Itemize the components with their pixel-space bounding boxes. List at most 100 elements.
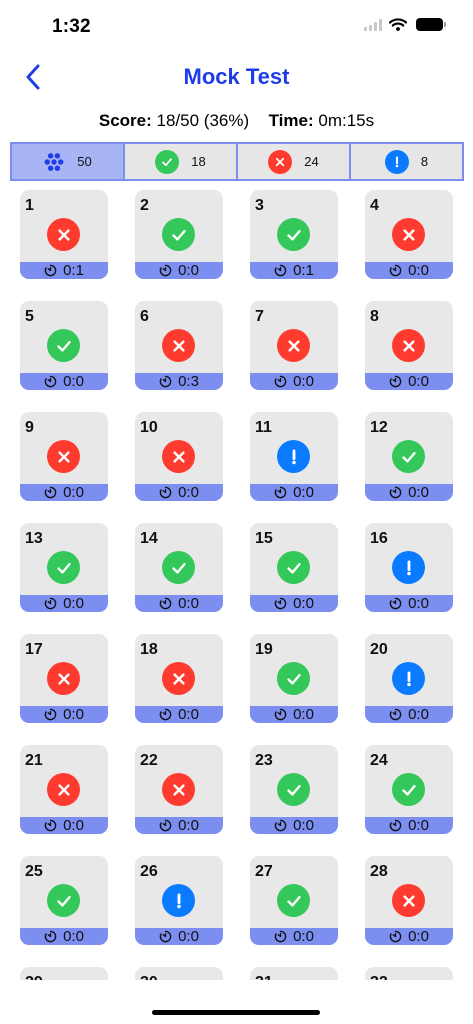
- question-number: 9: [25, 419, 34, 436]
- question-card[interactable]: 17 0:0: [20, 634, 108, 723]
- question-card[interactable]: 10 0:0: [135, 412, 223, 501]
- question-time-bar: 0:0: [250, 595, 338, 612]
- question-time: 0:0: [178, 262, 199, 279]
- question-number: 10: [140, 419, 158, 436]
- filter-count: 18: [191, 154, 206, 169]
- question-card[interactable]: 8 0:0: [365, 301, 453, 390]
- filter-skipped[interactable]: 8: [351, 144, 462, 179]
- question-card[interactable]: 4 0:0: [365, 190, 453, 279]
- question-time-bar: 0:1: [250, 262, 338, 279]
- question-card[interactable]: 22 0:0: [135, 745, 223, 834]
- checkmark-circle-icon: [47, 329, 80, 362]
- xmark-circle-icon: [392, 218, 425, 251]
- question-time: 0:0: [293, 373, 314, 390]
- question-number: 12: [370, 419, 388, 436]
- checkmark-circle-icon: [277, 884, 310, 917]
- timer-icon: [389, 708, 402, 721]
- question-time: 0:0: [63, 928, 84, 945]
- checkmark-circle-icon: [277, 551, 310, 584]
- timer-icon: [274, 486, 287, 499]
- question-card[interactable]: 11 0:0: [250, 412, 338, 501]
- question-card[interactable]: 16 0:0: [365, 523, 453, 612]
- question-card[interactable]: 24 0:0: [365, 745, 453, 834]
- xmark-circle-icon: [392, 329, 425, 362]
- status-icons: [364, 18, 446, 31]
- question-card[interactable]: 13 0:0: [20, 523, 108, 612]
- question-time: 0:0: [293, 817, 314, 834]
- question-card[interactable]: 28 0:0: [365, 856, 453, 945]
- timer-icon: [274, 375, 287, 388]
- checkmark-circle-icon: [277, 662, 310, 695]
- timer-icon: [389, 264, 402, 277]
- question-time: 0:0: [63, 373, 84, 390]
- question-card[interactable]: 15 0:0: [250, 523, 338, 612]
- xmark-circle-icon: [47, 662, 80, 695]
- question-card[interactable]: 29: [20, 967, 108, 980]
- xmark-circle-icon: [47, 440, 80, 473]
- question-card[interactable]: 3 0:1: [250, 190, 338, 279]
- dots-cluster-icon: [43, 152, 65, 171]
- question-number: 11: [255, 419, 272, 436]
- question-time-bar: 0:0: [250, 373, 338, 390]
- exclamation-circle-icon: [392, 551, 425, 584]
- question-card[interactable]: 31: [250, 967, 338, 980]
- timer-icon: [159, 708, 172, 721]
- timer-icon: [274, 264, 287, 277]
- question-card[interactable]: 23 0:0: [250, 745, 338, 834]
- page-title: Mock Test: [183, 64, 290, 89]
- score-summary: Score: 18/50 (36%) Time: 0m:15s: [0, 111, 473, 131]
- question-time-bar: 0:0: [20, 595, 108, 612]
- question-card[interactable]: 21 0:0: [20, 745, 108, 834]
- question-card[interactable]: 30: [135, 967, 223, 980]
- question-card[interactable]: 1 0:1: [20, 190, 108, 279]
- xmark-circle-icon: [277, 329, 310, 362]
- timer-icon: [44, 486, 57, 499]
- question-card[interactable]: 19 0:0: [250, 634, 338, 723]
- question-card[interactable]: 7 0:0: [250, 301, 338, 390]
- timer-icon: [274, 597, 287, 610]
- xmark-circle-icon: [162, 440, 195, 473]
- question-time-bar: 0:0: [365, 817, 453, 834]
- timer-icon: [389, 597, 402, 610]
- cellular-signal-icon: [364, 18, 382, 31]
- question-card[interactable]: 2 0:0: [135, 190, 223, 279]
- question-card[interactable]: 27 0:0: [250, 856, 338, 945]
- question-time: 0:0: [293, 706, 314, 723]
- question-time-bar: 0:0: [250, 706, 338, 723]
- question-time-bar: 0:0: [135, 262, 223, 279]
- filter-all[interactable]: 50: [12, 144, 125, 179]
- question-number: 27: [255, 863, 273, 880]
- score-value: 18/50 (36%): [156, 111, 250, 130]
- question-time: 0:0: [178, 928, 199, 945]
- question-card[interactable]: 25 0:0: [20, 856, 108, 945]
- question-card[interactable]: 12 0:0: [365, 412, 453, 501]
- question-number: 4: [370, 197, 379, 214]
- filter-wrong[interactable]: 24: [238, 144, 351, 179]
- question-time: 0:0: [293, 484, 314, 501]
- question-time: 0:0: [63, 484, 84, 501]
- question-time-bar: 0:0: [365, 928, 453, 945]
- question-time-bar: 0:0: [135, 928, 223, 945]
- question-card[interactable]: 6 0:3: [135, 301, 223, 390]
- checkmark-circle-icon: [277, 773, 310, 806]
- timer-icon: [159, 930, 172, 943]
- question-card[interactable]: 14 0:0: [135, 523, 223, 612]
- question-card[interactable]: 5 0:0: [20, 301, 108, 390]
- question-card[interactable]: 26 0:0: [135, 856, 223, 945]
- exclamation-circle-icon: [384, 149, 409, 174]
- question-number: 22: [140, 752, 158, 769]
- checkmark-circle-icon: [47, 551, 80, 584]
- question-card[interactable]: 20 0:0: [365, 634, 453, 723]
- question-number: 6: [140, 308, 149, 325]
- nav-bar: Mock Test: [0, 56, 473, 100]
- question-card[interactable]: 18 0:0: [135, 634, 223, 723]
- question-number: 28: [370, 863, 388, 880]
- question-time-bar: 0:0: [135, 484, 223, 501]
- question-time-bar: 0:0: [20, 817, 108, 834]
- question-card[interactable]: 9 0:0: [20, 412, 108, 501]
- checkmark-circle-icon: [155, 149, 180, 174]
- filter-correct[interactable]: 18: [125, 144, 238, 179]
- question-card[interactable]: 32: [365, 967, 453, 980]
- question-time: 0:0: [408, 484, 429, 501]
- checkmark-circle-icon: [162, 218, 195, 251]
